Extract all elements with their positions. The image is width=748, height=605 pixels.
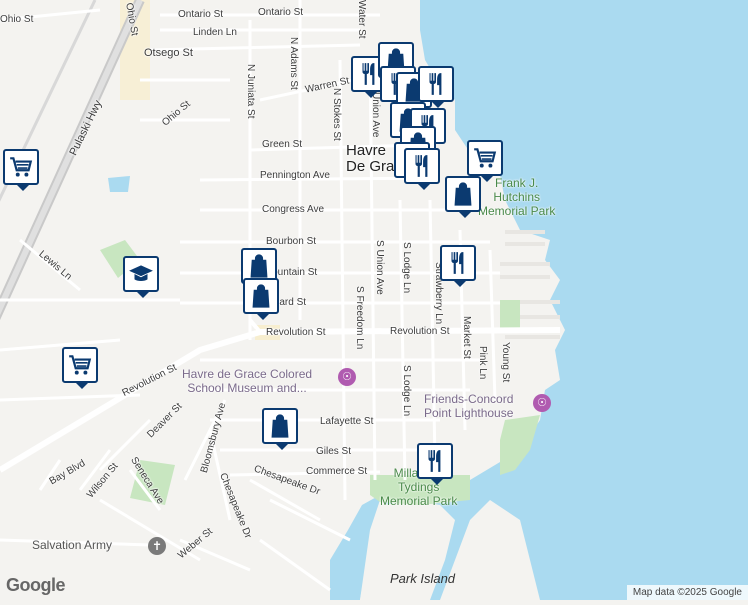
restaurant-marker[interactable]	[440, 245, 476, 287]
grocery-marker[interactable]	[62, 347, 98, 389]
shopping-marker[interactable]	[445, 176, 481, 218]
shopping-bag-icon	[252, 284, 270, 308]
street-label: Revolution St	[390, 326, 450, 337]
street-label: Pink Ln	[477, 346, 488, 380]
shopping-bag-icon	[271, 414, 289, 438]
hutchins-label-line2: Hutchins	[493, 190, 541, 204]
tydings-label-line3: Memorial Park	[380, 494, 458, 508]
landmark-icon[interactable]: ☉	[533, 394, 551, 412]
shopping-cart-icon	[69, 355, 92, 375]
grocery-marker[interactable]	[467, 140, 503, 182]
street-label: S Union Ave	[374, 240, 385, 295]
hutchins-park-label[interactable]: Frank J. Hutchins Memorial Park	[478, 176, 555, 218]
shopping-cart-icon	[474, 148, 497, 168]
street-label: Commerce St	[306, 466, 368, 477]
street-label: Lafayette St	[320, 416, 374, 427]
shopping-marker[interactable]	[262, 408, 298, 450]
street-label: Green St	[262, 139, 303, 150]
graduation-cap-icon	[129, 265, 153, 282]
street-label: Otsego St	[144, 47, 193, 59]
shopping-bag-icon	[454, 182, 472, 206]
street-label: Pennington Ave	[260, 170, 330, 181]
street-label: Ontario St	[178, 9, 224, 20]
street-label: Linden Ln	[193, 27, 237, 38]
museum-label[interactable]: Havre de Grace Colored School Museum and…	[182, 367, 312, 395]
hutchins-label-line3: Memorial Park	[478, 204, 556, 218]
street-label: S Freedom Ln	[354, 286, 365, 350]
street-label: S Lodge Ln	[401, 242, 412, 294]
street-label: Market St	[461, 316, 472, 359]
lighthouse-label[interactable]: Friends-Concord Point Lighthouse	[424, 392, 513, 420]
street-label: S Lodge Ln	[401, 365, 412, 417]
tydings-label-line2: Tydings	[398, 480, 440, 494]
street-label: Bourbon St	[266, 236, 317, 247]
street-label: Water St	[356, 0, 367, 39]
shopping-bag-icon	[250, 254, 268, 278]
museum-icon[interactable]: ☉	[338, 368, 356, 386]
fork-knife-icon	[415, 155, 428, 177]
street-label: Revolution St	[266, 327, 326, 338]
street-label: Ontario St	[258, 7, 304, 18]
fork-knife-icon	[428, 450, 441, 472]
restaurant-marker[interactable]	[417, 443, 453, 485]
street-label: Young St	[500, 342, 511, 383]
map-attribution: Map data ©2025 Google	[626, 585, 748, 600]
fork-knife-icon	[451, 252, 464, 274]
map-canvas[interactable]: Havre De Grace Ontario St Ontario St Lin…	[0, 0, 748, 600]
lighthouse-label-line1: Friends-Concord	[424, 392, 514, 406]
restaurant-marker[interactable]	[418, 66, 454, 108]
street-label: N Stokes St	[331, 88, 342, 141]
google-logo[interactable]: Google	[6, 575, 66, 596]
restaurant-marker[interactable]	[404, 148, 440, 190]
school-marker[interactable]	[123, 256, 159, 298]
museum-label-line1: Havre de Grace Colored	[182, 367, 313, 381]
church-icon[interactable]: ✝	[148, 537, 166, 555]
shopping-cart-icon	[10, 157, 33, 177]
shopping-marker[interactable]	[243, 278, 279, 320]
island-label: Park Island	[390, 571, 456, 586]
museum-label-line2: School Museum and...	[187, 381, 307, 395]
grocery-marker[interactable]	[3, 149, 39, 191]
fork-knife-icon	[429, 73, 442, 95]
street-label: N Adams St	[288, 37, 299, 90]
street-label: N Juniata St	[245, 64, 256, 119]
street-label: Congress Ave	[262, 204, 325, 215]
lighthouse-label-line2: Point Lighthouse	[424, 406, 514, 420]
salvation-army-label[interactable]: Salvation Army	[32, 538, 112, 552]
street-label: Ohio St	[0, 14, 34, 25]
street-label: Giles St	[316, 446, 352, 457]
